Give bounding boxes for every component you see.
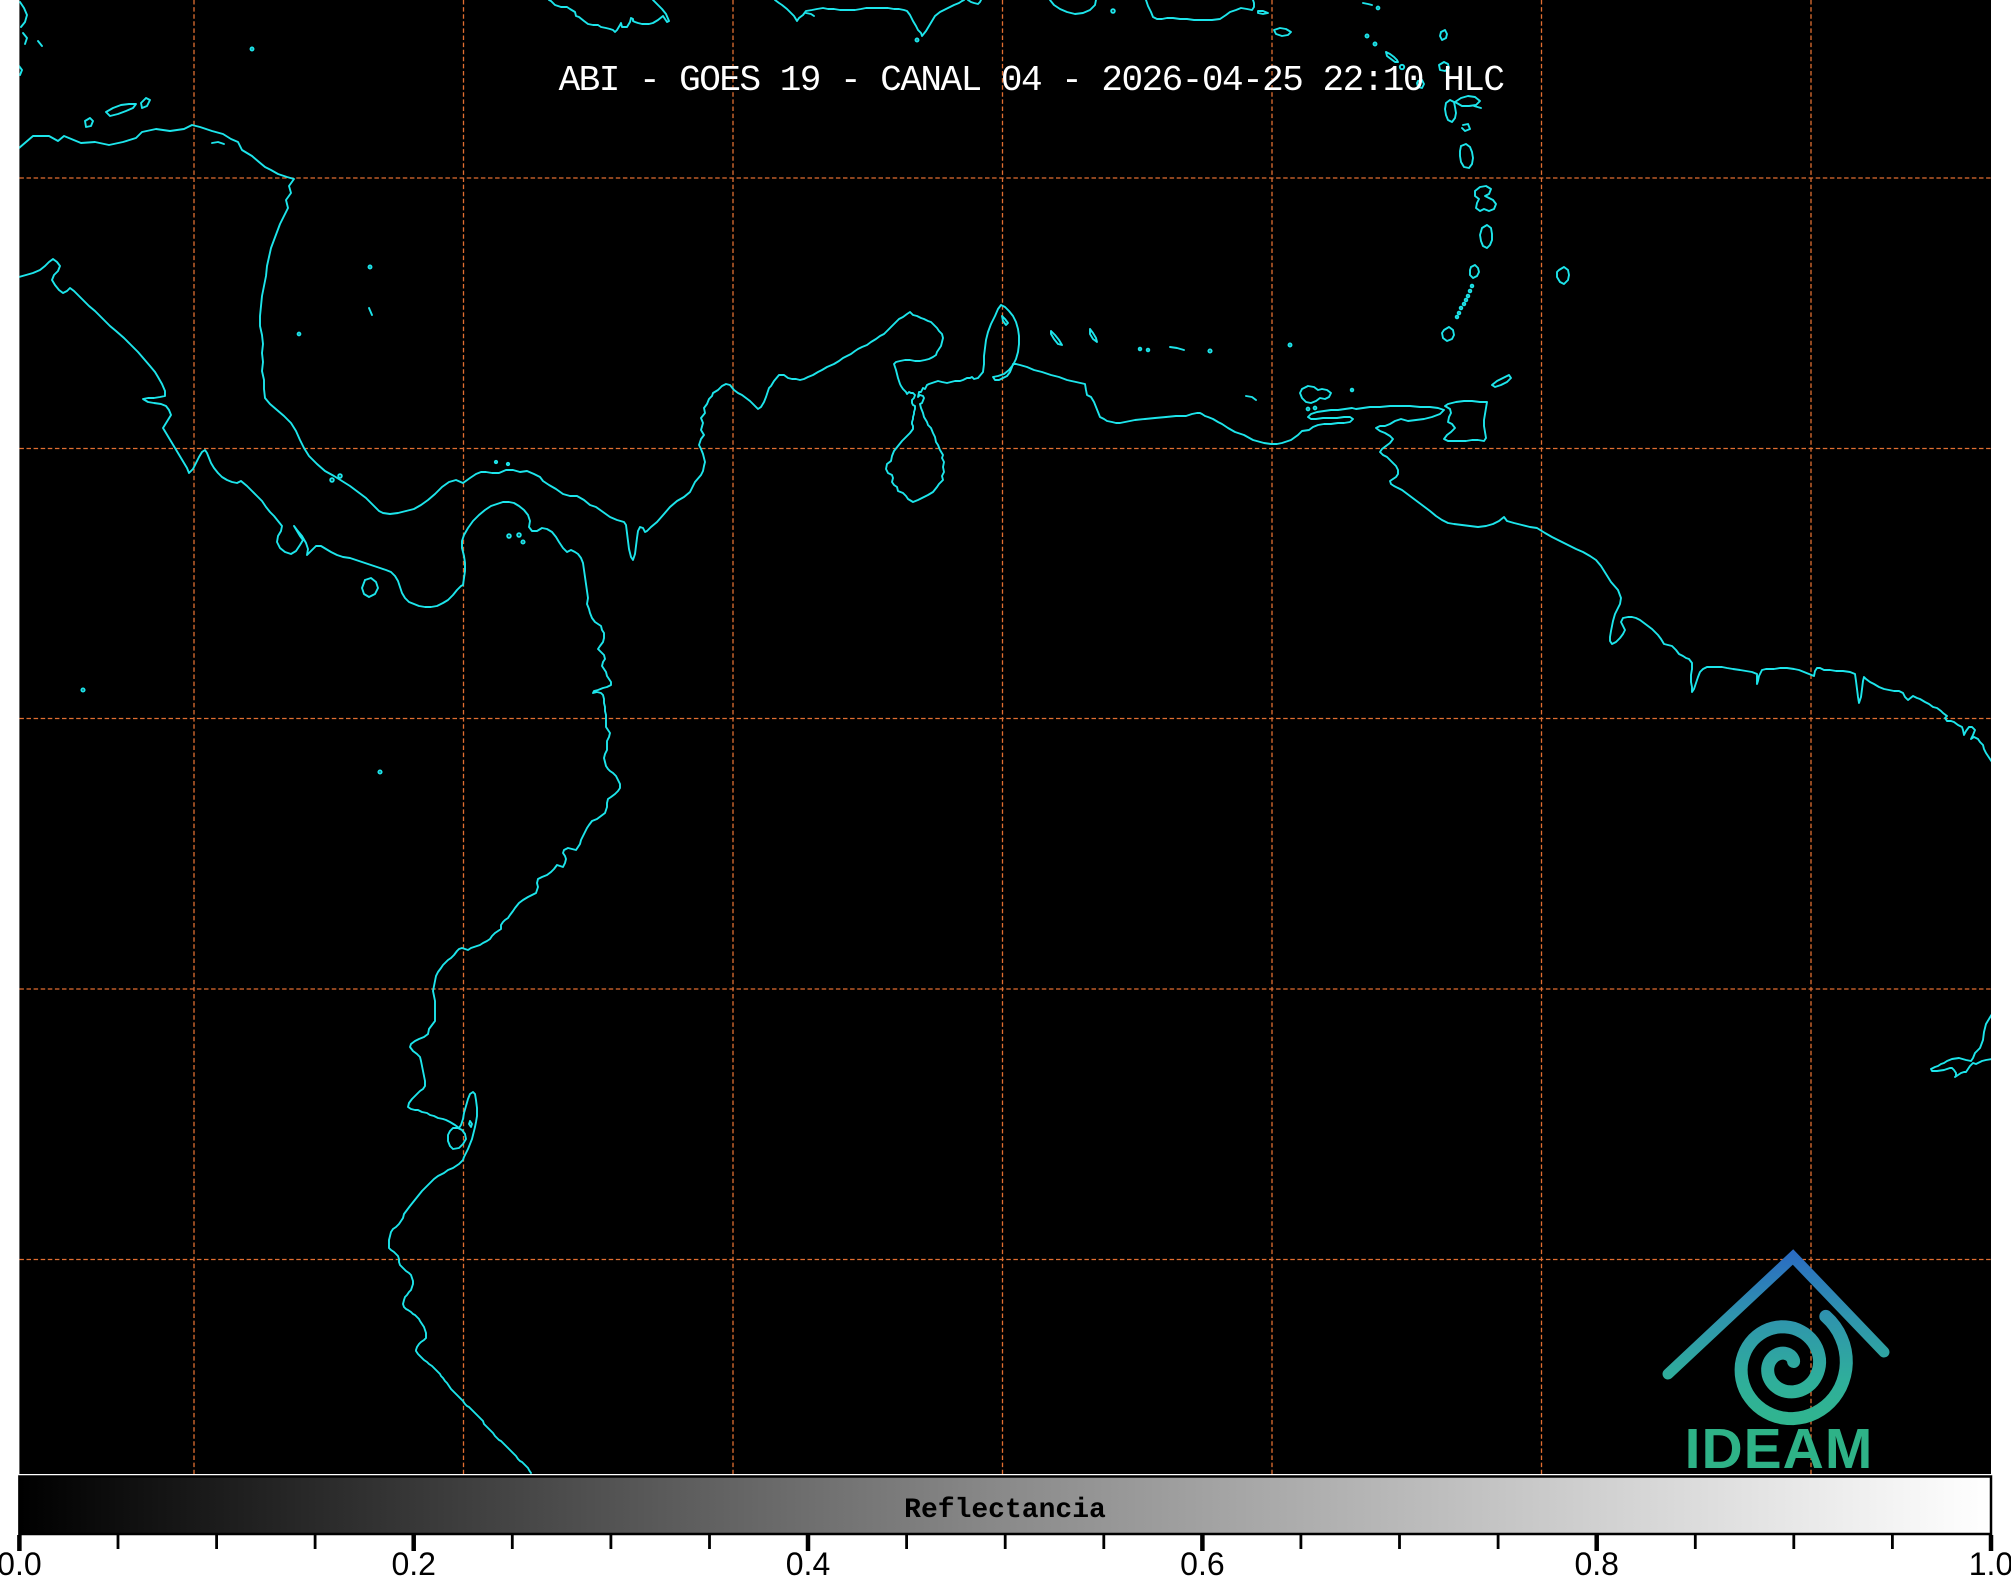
svg-text:0.2: 0.2 (391, 1546, 435, 1577)
svg-text:IDEAM: IDEAM (1685, 1417, 1874, 1481)
svg-text:0.8: 0.8 (1574, 1546, 1618, 1577)
svg-text:0.4: 0.4 (786, 1546, 830, 1577)
svg-text:0.6: 0.6 (1180, 1546, 1224, 1577)
svg-text:1.0: 1.0 (1969, 1546, 2011, 1577)
svg-text:Reflectancia: Reflectancia (904, 1495, 1106, 1526)
svg-text:0.0: 0.0 (0, 1546, 42, 1577)
svg-text:ABI - GOES 19 - CANAL 04 - 202: ABI - GOES 19 - CANAL 04 - 2026-04-25 22… (559, 60, 1505, 101)
